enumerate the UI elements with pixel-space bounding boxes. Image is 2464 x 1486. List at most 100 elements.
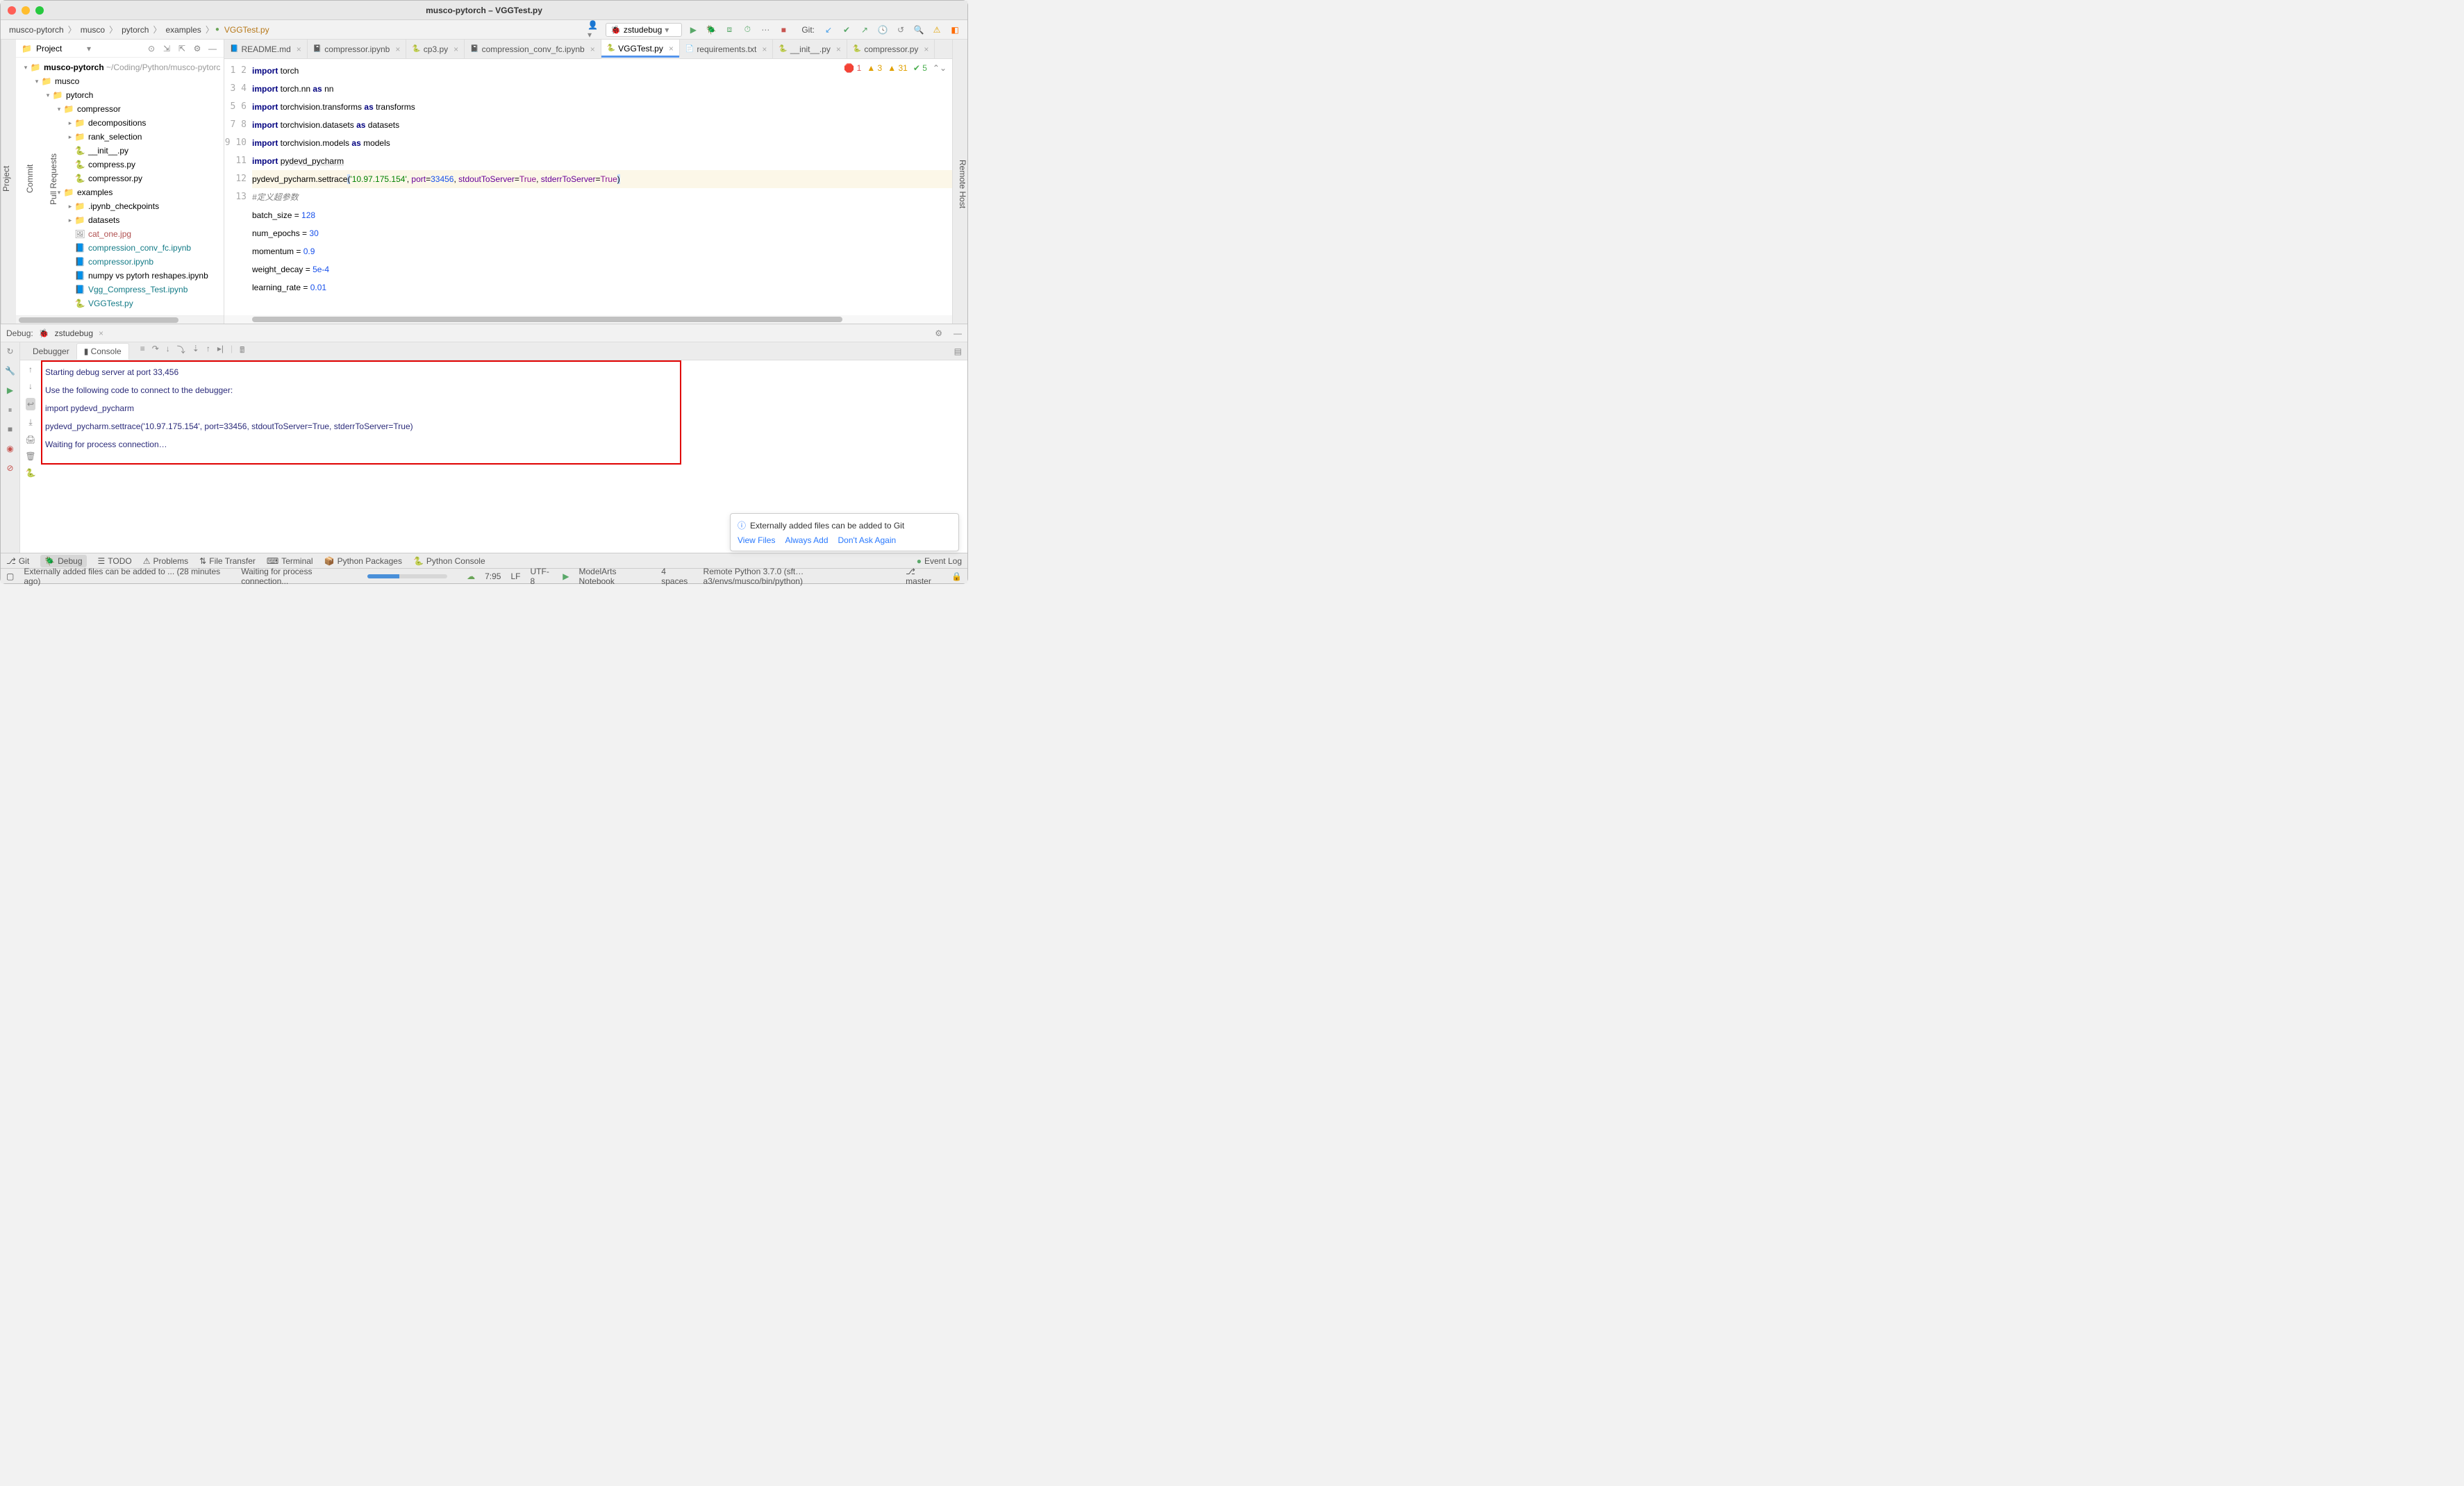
layout-settings-icon[interactable]: ▤ xyxy=(954,347,962,356)
close-icon[interactable]: × xyxy=(395,44,400,54)
step-into-my-code-icon[interactable]: ⤵ xyxy=(177,344,185,358)
tree-file[interactable]: 📘Vgg_Compress_Test.ipynb xyxy=(16,283,224,297)
modify-run-config-icon[interactable]: 🔧 xyxy=(4,365,17,377)
close-icon[interactable]: × xyxy=(453,44,458,54)
tree-folder[interactable]: ▸📁rank_selection xyxy=(16,130,224,144)
inspection-indicators[interactable]: 🛑 1 ▲ 3 ▲ 31 ✔ 5 ⌃⌄ xyxy=(844,63,947,73)
bottom-tab-file-transfer[interactable]: ⇅File Transfer xyxy=(199,556,256,566)
editor-tab[interactable]: 📓compressor.ipynb× xyxy=(308,40,407,58)
editor-tab[interactable]: 📄requirements.txt× xyxy=(680,40,774,58)
ide-alert-icon[interactable]: ⚠ xyxy=(930,23,944,37)
tree-folder[interactable]: ▸📁decompositions xyxy=(16,116,224,130)
close-icon[interactable]: × xyxy=(924,44,929,54)
lock-icon[interactable]: 🔒 xyxy=(951,571,962,581)
coverage-button[interactable]: ⧈ xyxy=(722,23,736,37)
console-tab[interactable]: ▮ Console xyxy=(76,343,129,360)
editor-tab[interactable]: 📘README.md× xyxy=(224,40,308,58)
toolbox-icon[interactable]: ◧ xyxy=(948,23,962,37)
view-breakpoints-icon[interactable]: ◉ xyxy=(4,442,17,455)
rerun-icon[interactable]: ↻ xyxy=(4,345,17,358)
editor-scrollbar[interactable] xyxy=(224,315,952,324)
tree-file[interactable]: 📘compression_conv_fc.ipynb xyxy=(16,241,224,255)
tree-folder[interactable]: ▸📁.ipynb_checkpoints xyxy=(16,199,224,213)
stop-button[interactable]: ■ xyxy=(776,23,790,37)
vcs-revert-icon[interactable]: ↺ xyxy=(894,23,908,37)
step-over-icon[interactable]: ↷ xyxy=(152,344,159,358)
bottom-tab-terminal[interactable]: ⌨Terminal xyxy=(267,556,313,566)
select-opened-file-icon[interactable]: ⊙ xyxy=(146,44,157,53)
mute-breakpoints-icon[interactable]: ⊘ xyxy=(4,462,17,474)
tool-window-toggle-icon[interactable]: ▢ xyxy=(6,571,14,581)
bottom-tab-git[interactable]: ⎇Git xyxy=(6,556,29,566)
close-icon[interactable]: × xyxy=(762,44,767,54)
editor-tab[interactable]: 🐍cp3.py× xyxy=(406,40,465,58)
search-icon[interactable]: 🔍 xyxy=(912,23,926,37)
run-button[interactable]: ▶ xyxy=(686,23,700,37)
notification-link[interactable]: Don't Ask Again xyxy=(838,535,897,545)
minimize-window-icon[interactable] xyxy=(22,6,30,15)
tree-folder[interactable]: ▾📁musco xyxy=(16,74,224,88)
tree-file[interactable]: 🐍VGGTest.py xyxy=(16,297,224,310)
evaluate-expression-icon[interactable]: 🖩 xyxy=(240,344,244,358)
left-rail-tab[interactable]: Pull Requests xyxy=(49,153,58,204)
line-separator[interactable]: LF xyxy=(510,571,520,581)
notification-link[interactable]: Always Add xyxy=(785,535,828,545)
tree-file[interactable]: 🐍compress.py xyxy=(16,158,224,172)
event-log-tab[interactable]: ●Event Log xyxy=(917,556,962,566)
tree-root[interactable]: ▾📁musco-pytorch ~/Coding/Python/musco-py… xyxy=(16,60,224,74)
tree-folder[interactable]: ▾📁examples xyxy=(16,185,224,199)
progress-bar[interactable] xyxy=(367,574,448,578)
chevron-up-down-icon[interactable]: ⌃⌄ xyxy=(933,63,947,73)
file-encoding[interactable]: UTF-8 xyxy=(531,567,553,586)
show-execution-point-icon[interactable]: ≡ xyxy=(140,344,145,358)
add-user-icon[interactable]: 👤▾ xyxy=(588,23,601,37)
breadcrumb[interactable]: pytorch xyxy=(119,24,151,36)
chevron-down-icon[interactable]: ▾ xyxy=(87,44,91,53)
run-to-cursor-icon[interactable]: ▸| xyxy=(217,344,224,358)
tree-file[interactable]: 🐍compressor.py xyxy=(16,172,224,185)
python-interpreter[interactable]: Remote Python 3.7.0 (sft…a3/envs/musco/b… xyxy=(704,567,897,586)
debugger-tab[interactable]: Debugger xyxy=(26,344,76,359)
close-icon[interactable]: × xyxy=(297,44,301,54)
project-tree[interactable]: ▾📁musco-pytorch ~/Coding/Python/musco-py… xyxy=(16,58,224,315)
project-view-title[interactable]: Project xyxy=(36,44,83,53)
gear-icon[interactable]: ⚙ xyxy=(192,44,203,53)
code-editor[interactable]: 🛑 1 ▲ 3 ▲ 31 ✔ 5 ⌃⌄ 1 2 3 4 5 6 7 8 9 10… xyxy=(224,59,952,315)
editor-tab[interactable]: 🐍compressor.py× xyxy=(847,40,935,58)
scroll-down-icon[interactable]: ↓ xyxy=(28,381,33,391)
close-icon[interactable]: × xyxy=(669,44,674,53)
deployment-icon[interactable]: ☁ xyxy=(467,571,475,581)
notification-link[interactable]: View Files xyxy=(738,535,775,545)
bottom-tab-todo[interactable]: ☰TODO xyxy=(98,556,132,566)
tree-folder[interactable]: ▾📁compressor xyxy=(16,102,224,116)
step-out-icon[interactable]: ↑ xyxy=(206,344,210,358)
debug-button[interactable]: 🪲 xyxy=(704,23,718,37)
close-tab-icon[interactable]: × xyxy=(99,328,103,338)
code-content[interactable]: import torchimport torch.nn as nnimport … xyxy=(252,59,952,315)
vcs-history-icon[interactable]: 🕓 xyxy=(876,23,890,37)
close-icon[interactable]: × xyxy=(836,44,841,54)
breadcrumb[interactable]: musco xyxy=(78,24,108,36)
tree-folder[interactable]: ▾📁pytorch xyxy=(16,88,224,102)
run-config-selector[interactable]: 🐞 zstudebug ▾ xyxy=(606,23,682,37)
sidebar-scrollbar[interactable] xyxy=(16,315,224,324)
vcs-commit-icon[interactable]: ✔ xyxy=(840,23,854,37)
pause-icon[interactable]: ⏸ xyxy=(4,403,17,416)
scroll-up-icon[interactable]: ↑ xyxy=(28,365,33,374)
left-rail-tab[interactable]: Commit xyxy=(25,165,35,193)
expand-all-icon[interactable]: ⇲ xyxy=(161,44,172,53)
breadcrumb[interactable]: examples xyxy=(163,24,203,36)
tree-file[interactable]: 📘compressor.ipynb xyxy=(16,255,224,269)
gear-icon[interactable]: ⚙ xyxy=(935,328,942,338)
python-prompt-icon[interactable]: 🐍 xyxy=(26,468,36,478)
vcs-push-icon[interactable]: ↗ xyxy=(858,23,872,37)
editor-tab[interactable]: 📓compression_conv_fc.ipynb× xyxy=(465,40,601,58)
step-into-icon[interactable]: ↓ xyxy=(166,344,170,358)
force-step-into-icon[interactable]: ⇣ xyxy=(192,344,199,358)
soft-wrap-icon[interactable]: ↩ xyxy=(26,398,35,410)
tree-file[interactable]: 📘numpy vs pytorh reshapes.ipynb xyxy=(16,269,224,283)
vcs-update-icon[interactable]: ↙ xyxy=(822,23,835,37)
stop-icon[interactable]: ■ xyxy=(4,423,17,435)
print-icon[interactable]: 🖨 xyxy=(25,435,35,444)
profile-button[interactable]: ⏱ xyxy=(740,23,754,37)
